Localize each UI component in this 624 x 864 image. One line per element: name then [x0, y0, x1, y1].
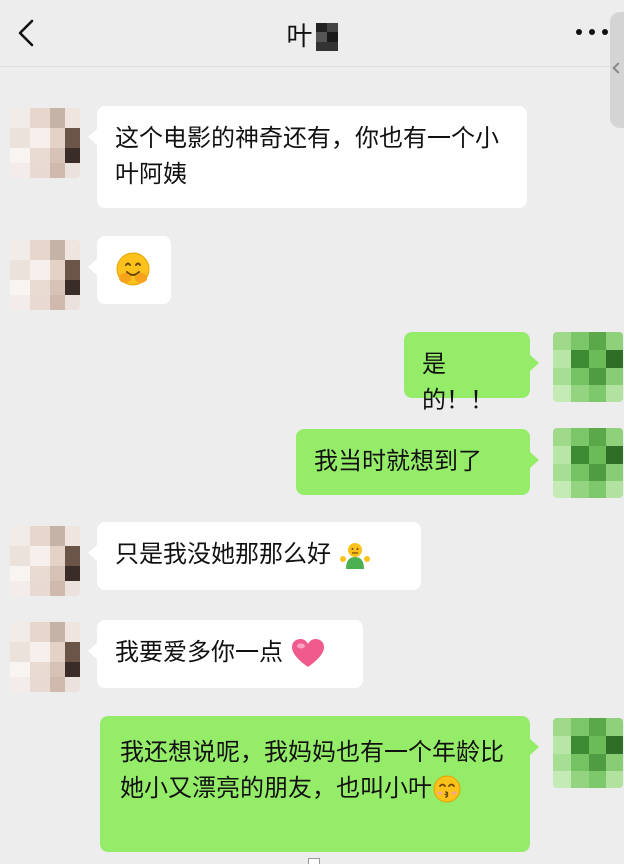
contact-avatar[interactable] [10, 622, 80, 692]
more-options-icon[interactable] [576, 22, 608, 42]
my-avatar[interactable] [553, 428, 623, 498]
message-text: 我当时就想到了 [314, 447, 482, 475]
chat-header: 叶 [0, 0, 624, 67]
scroll-indicator [308, 858, 320, 864]
my-avatar[interactable] [553, 332, 623, 402]
message-text: 是的！！ [422, 350, 494, 414]
message-bubble-incoming[interactable] [88, 236, 171, 304]
message-text: 只是我没她那那么好 [115, 540, 331, 568]
message-bubble-incoming[interactable]: 我要爱多你一点 [88, 620, 363, 688]
hugging-face-icon [116, 252, 150, 286]
side-drawer-handle[interactable] [610, 12, 624, 128]
message-bubble-outgoing[interactable]: 我还想说呢，我妈妈也有一个年龄比她小又漂亮的朋友，也叫小叶 [100, 716, 539, 852]
chat-title: 叶 [0, 16, 624, 53]
message-bubble-outgoing[interactable]: 是的！！ [404, 332, 539, 414]
message-bubble-incoming[interactable]: 只是我没她那那么好 [88, 522, 421, 590]
message-bubble-incoming[interactable]: 这个电影的神奇还有，你也有一个小叶阿姨 [88, 106, 527, 208]
pink-heart-icon [291, 639, 324, 667]
contact-avatar[interactable] [10, 108, 80, 178]
contact-name: 叶 [286, 22, 314, 52]
name-mosaic [315, 23, 338, 51]
message-text: 我要爱多你一点 [115, 638, 283, 666]
smiling-kiss-icon [433, 775, 461, 803]
my-avatar[interactable] [553, 718, 623, 788]
message-text: 这个电影的神奇还有，你也有一个小叶阿姨 [115, 124, 499, 188]
person-shrugging-icon [339, 543, 370, 569]
contact-avatar[interactable] [10, 240, 80, 310]
chat-screen: 叶 这个电影的神奇还有，你也有一个小叶阿姨 是的！！ 我当时就想到了 只是我没她… [0, 0, 624, 864]
message-bubble-outgoing[interactable]: 我当时就想到了 [296, 429, 539, 495]
contact-avatar[interactable] [10, 526, 80, 596]
